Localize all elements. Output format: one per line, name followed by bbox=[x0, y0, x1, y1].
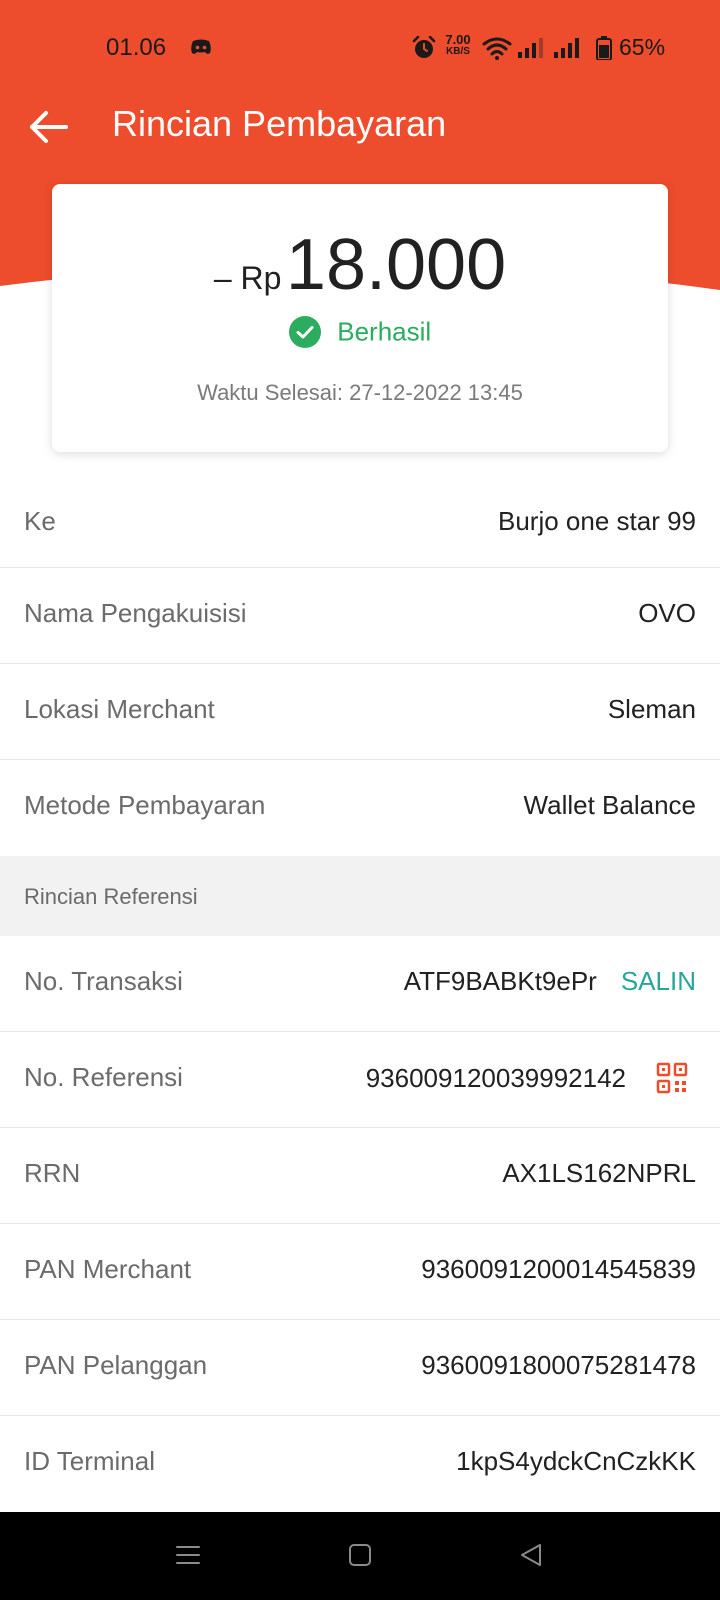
row-value: 1kpS4ydckCnCzkKK bbox=[456, 1446, 696, 1476]
home-icon[interactable] bbox=[348, 1543, 372, 1567]
nav-back-icon[interactable] bbox=[518, 1542, 544, 1568]
reference-section-header: Rincian Referensi bbox=[0, 856, 720, 936]
amount-value: 18.000 bbox=[285, 225, 507, 305]
page-title: Rincian Pembayaran bbox=[112, 103, 447, 144]
status-bar: 01.06 7.00 KB/S 65% bbox=[0, 0, 720, 96]
row-value: Sleman bbox=[607, 694, 696, 724]
signal-sim1-icon bbox=[518, 38, 543, 58]
status-line: Berhasil bbox=[52, 316, 668, 348]
copy-button[interactable]: SALIN bbox=[621, 966, 696, 997]
amount-prefix: – Rp bbox=[213, 260, 282, 296]
row-value: 9360091200014545839 bbox=[421, 1254, 696, 1284]
row-label: No. Transaksi bbox=[24, 966, 183, 996]
alarm-icon bbox=[412, 36, 436, 58]
section-title: Rincian Referensi bbox=[24, 884, 198, 909]
row-value: 9360091800075281478 bbox=[421, 1350, 696, 1380]
row-acquirer: Nama Pengakuisisi OVO bbox=[0, 568, 720, 664]
discord-icon bbox=[191, 39, 211, 54]
recent-apps-icon[interactable] bbox=[175, 1542, 201, 1568]
check-circle-icon bbox=[288, 316, 321, 348]
battery-icon bbox=[596, 36, 612, 60]
network-speed: 7.00 KB/S bbox=[445, 32, 471, 57]
row-value: 936009120039992142 bbox=[365, 1062, 626, 1093]
row-label: Ke bbox=[24, 506, 56, 536]
qr-code-icon[interactable] bbox=[656, 1062, 688, 1094]
row-reference-number: No. Referensi 936009120039992142 bbox=[0, 1032, 720, 1128]
row-recipient: Ke Burjo one star 99 bbox=[0, 472, 720, 568]
row-label: Lokasi Merchant bbox=[24, 694, 215, 724]
back-arrow-icon[interactable] bbox=[26, 104, 72, 150]
system-navigation-bar bbox=[0, 1512, 720, 1600]
row-label: ID Terminal bbox=[24, 1446, 156, 1476]
wifi-icon bbox=[482, 37, 512, 60]
row-payment-method: Metode Pembayaran Wallet Balance bbox=[0, 760, 720, 856]
row-label: Nama Pengakuisisi bbox=[24, 598, 247, 628]
status-time: 01.06 bbox=[106, 34, 167, 61]
amount-display: – Rp 18.000 bbox=[52, 224, 668, 306]
row-label: PAN Merchant bbox=[24, 1254, 192, 1284]
row-value: OVO bbox=[638, 598, 696, 628]
amount-card: – Rp 18.000 Berhasil Waktu Selesai: 27-1… bbox=[52, 184, 668, 452]
row-label: RRN bbox=[24, 1158, 81, 1188]
battery-percent: 65% bbox=[619, 34, 666, 60]
row-value: Burjo one star 99 bbox=[497, 506, 696, 536]
row-value: AX1LS162NPRL bbox=[502, 1158, 696, 1188]
row-value: Wallet Balance bbox=[523, 790, 696, 820]
completed-time: Waktu Selesai: 27-12-2022 13:45 bbox=[197, 380, 523, 405]
signal-sim2-icon bbox=[554, 38, 579, 58]
row-value: ATF9BABKt9ePr bbox=[403, 966, 597, 996]
row-label: PAN Pelanggan bbox=[24, 1350, 208, 1380]
row-transaction-number: No. Transaksi ATF9BABKt9ePr SALIN bbox=[0, 936, 720, 1032]
row-rrn: RRN AX1LS162NPRL bbox=[0, 1128, 720, 1224]
details-list: Ke Burjo one star 99 Nama Pengakuisisi O… bbox=[0, 472, 720, 1512]
status-text: Berhasil bbox=[337, 316, 432, 347]
row-merchant-location: Lokasi Merchant Sleman bbox=[0, 664, 720, 760]
row-pan-customer: PAN Pelanggan 9360091800075281478 bbox=[0, 1320, 720, 1416]
row-pan-merchant: PAN Merchant 9360091200014545839 bbox=[0, 1224, 720, 1320]
row-label: No. Referensi bbox=[24, 1062, 183, 1092]
row-label: Metode Pembayaran bbox=[24, 790, 266, 820]
row-terminal-id: ID Terminal 1kpS4ydckCnCzkKK bbox=[0, 1416, 720, 1512]
